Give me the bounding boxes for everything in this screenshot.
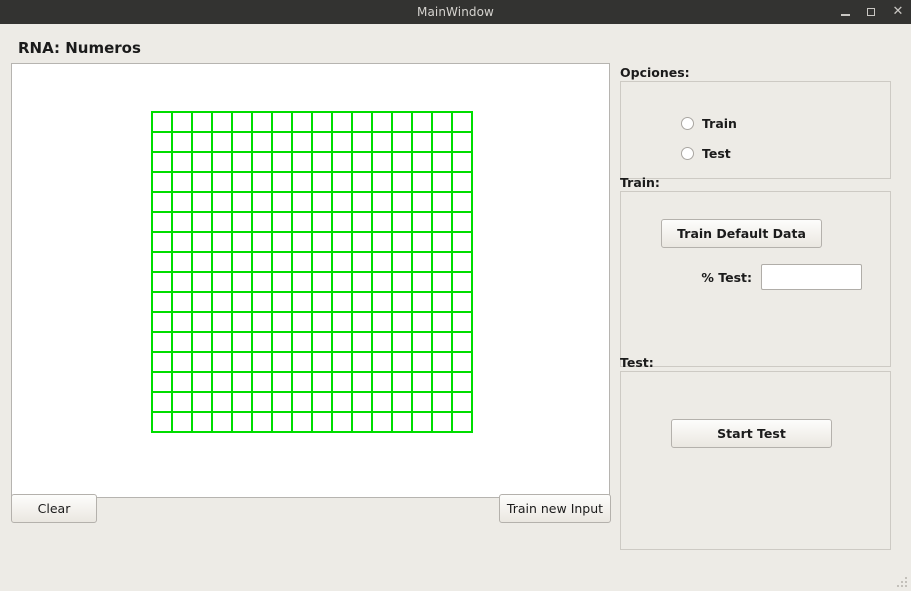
pct-test-label: % Test: bbox=[701, 269, 752, 285]
grid-line-horizontal bbox=[151, 291, 473, 293]
grid-line-horizontal bbox=[151, 171, 473, 173]
radio-test-label: Test bbox=[702, 146, 731, 161]
grid-line-horizontal bbox=[151, 191, 473, 193]
window-titlebar: MainWindow ✕ bbox=[0, 0, 911, 24]
grid-line-horizontal bbox=[151, 431, 473, 433]
drawing-grid[interactable] bbox=[151, 111, 473, 433]
pct-test-input[interactable] bbox=[761, 264, 862, 290]
minimize-icon[interactable] bbox=[839, 5, 853, 19]
grid-line-horizontal bbox=[151, 371, 473, 373]
train-default-data-button[interactable]: Train Default Data bbox=[661, 219, 822, 248]
grid-line-horizontal bbox=[151, 351, 473, 353]
test-section-label: Test: bbox=[620, 355, 654, 370]
grid-line-horizontal bbox=[151, 311, 473, 313]
grid-line-horizontal bbox=[151, 111, 473, 113]
grid-line-horizontal bbox=[151, 411, 473, 413]
grid-line-horizontal bbox=[151, 211, 473, 213]
drawing-canvas[interactable] bbox=[11, 63, 610, 498]
window-title: MainWindow bbox=[417, 5, 494, 19]
grid-line-horizontal bbox=[151, 231, 473, 233]
main-window-client-area: RNA: Numeros Clear Train new Input Opcio… bbox=[0, 24, 911, 591]
radio-button-icon[interactable] bbox=[681, 117, 694, 130]
grid-line-horizontal bbox=[151, 331, 473, 333]
radio-button-icon[interactable] bbox=[681, 147, 694, 160]
grid-line-horizontal bbox=[151, 131, 473, 133]
radio-train-label: Train bbox=[702, 116, 737, 131]
train-section-label: Train: bbox=[620, 175, 660, 190]
start-test-button[interactable]: Start Test bbox=[671, 419, 832, 448]
radio-test[interactable]: Test bbox=[681, 146, 731, 161]
window-controls: ✕ bbox=[839, 0, 905, 24]
train-groupbox: Train Default Data % Test: bbox=[620, 191, 891, 367]
close-icon[interactable]: ✕ bbox=[891, 5, 905, 19]
grid-line-horizontal bbox=[151, 251, 473, 253]
train-new-input-button[interactable]: Train new Input bbox=[499, 494, 611, 523]
page-title: RNA: Numeros bbox=[18, 39, 141, 57]
grid-line-horizontal bbox=[151, 151, 473, 153]
clear-button[interactable]: Clear bbox=[11, 494, 97, 523]
grid-line-horizontal bbox=[151, 391, 473, 393]
pct-test-row: % Test: bbox=[621, 264, 892, 290]
options-groupbox: Train Test bbox=[620, 81, 891, 179]
test-groupbox: Start Test bbox=[620, 371, 891, 550]
options-section-label: Opciones: bbox=[620, 65, 690, 80]
radio-train[interactable]: Train bbox=[681, 116, 737, 131]
resize-grip[interactable] bbox=[895, 575, 908, 588]
maximize-icon[interactable] bbox=[865, 5, 879, 19]
grid-line-horizontal bbox=[151, 271, 473, 273]
